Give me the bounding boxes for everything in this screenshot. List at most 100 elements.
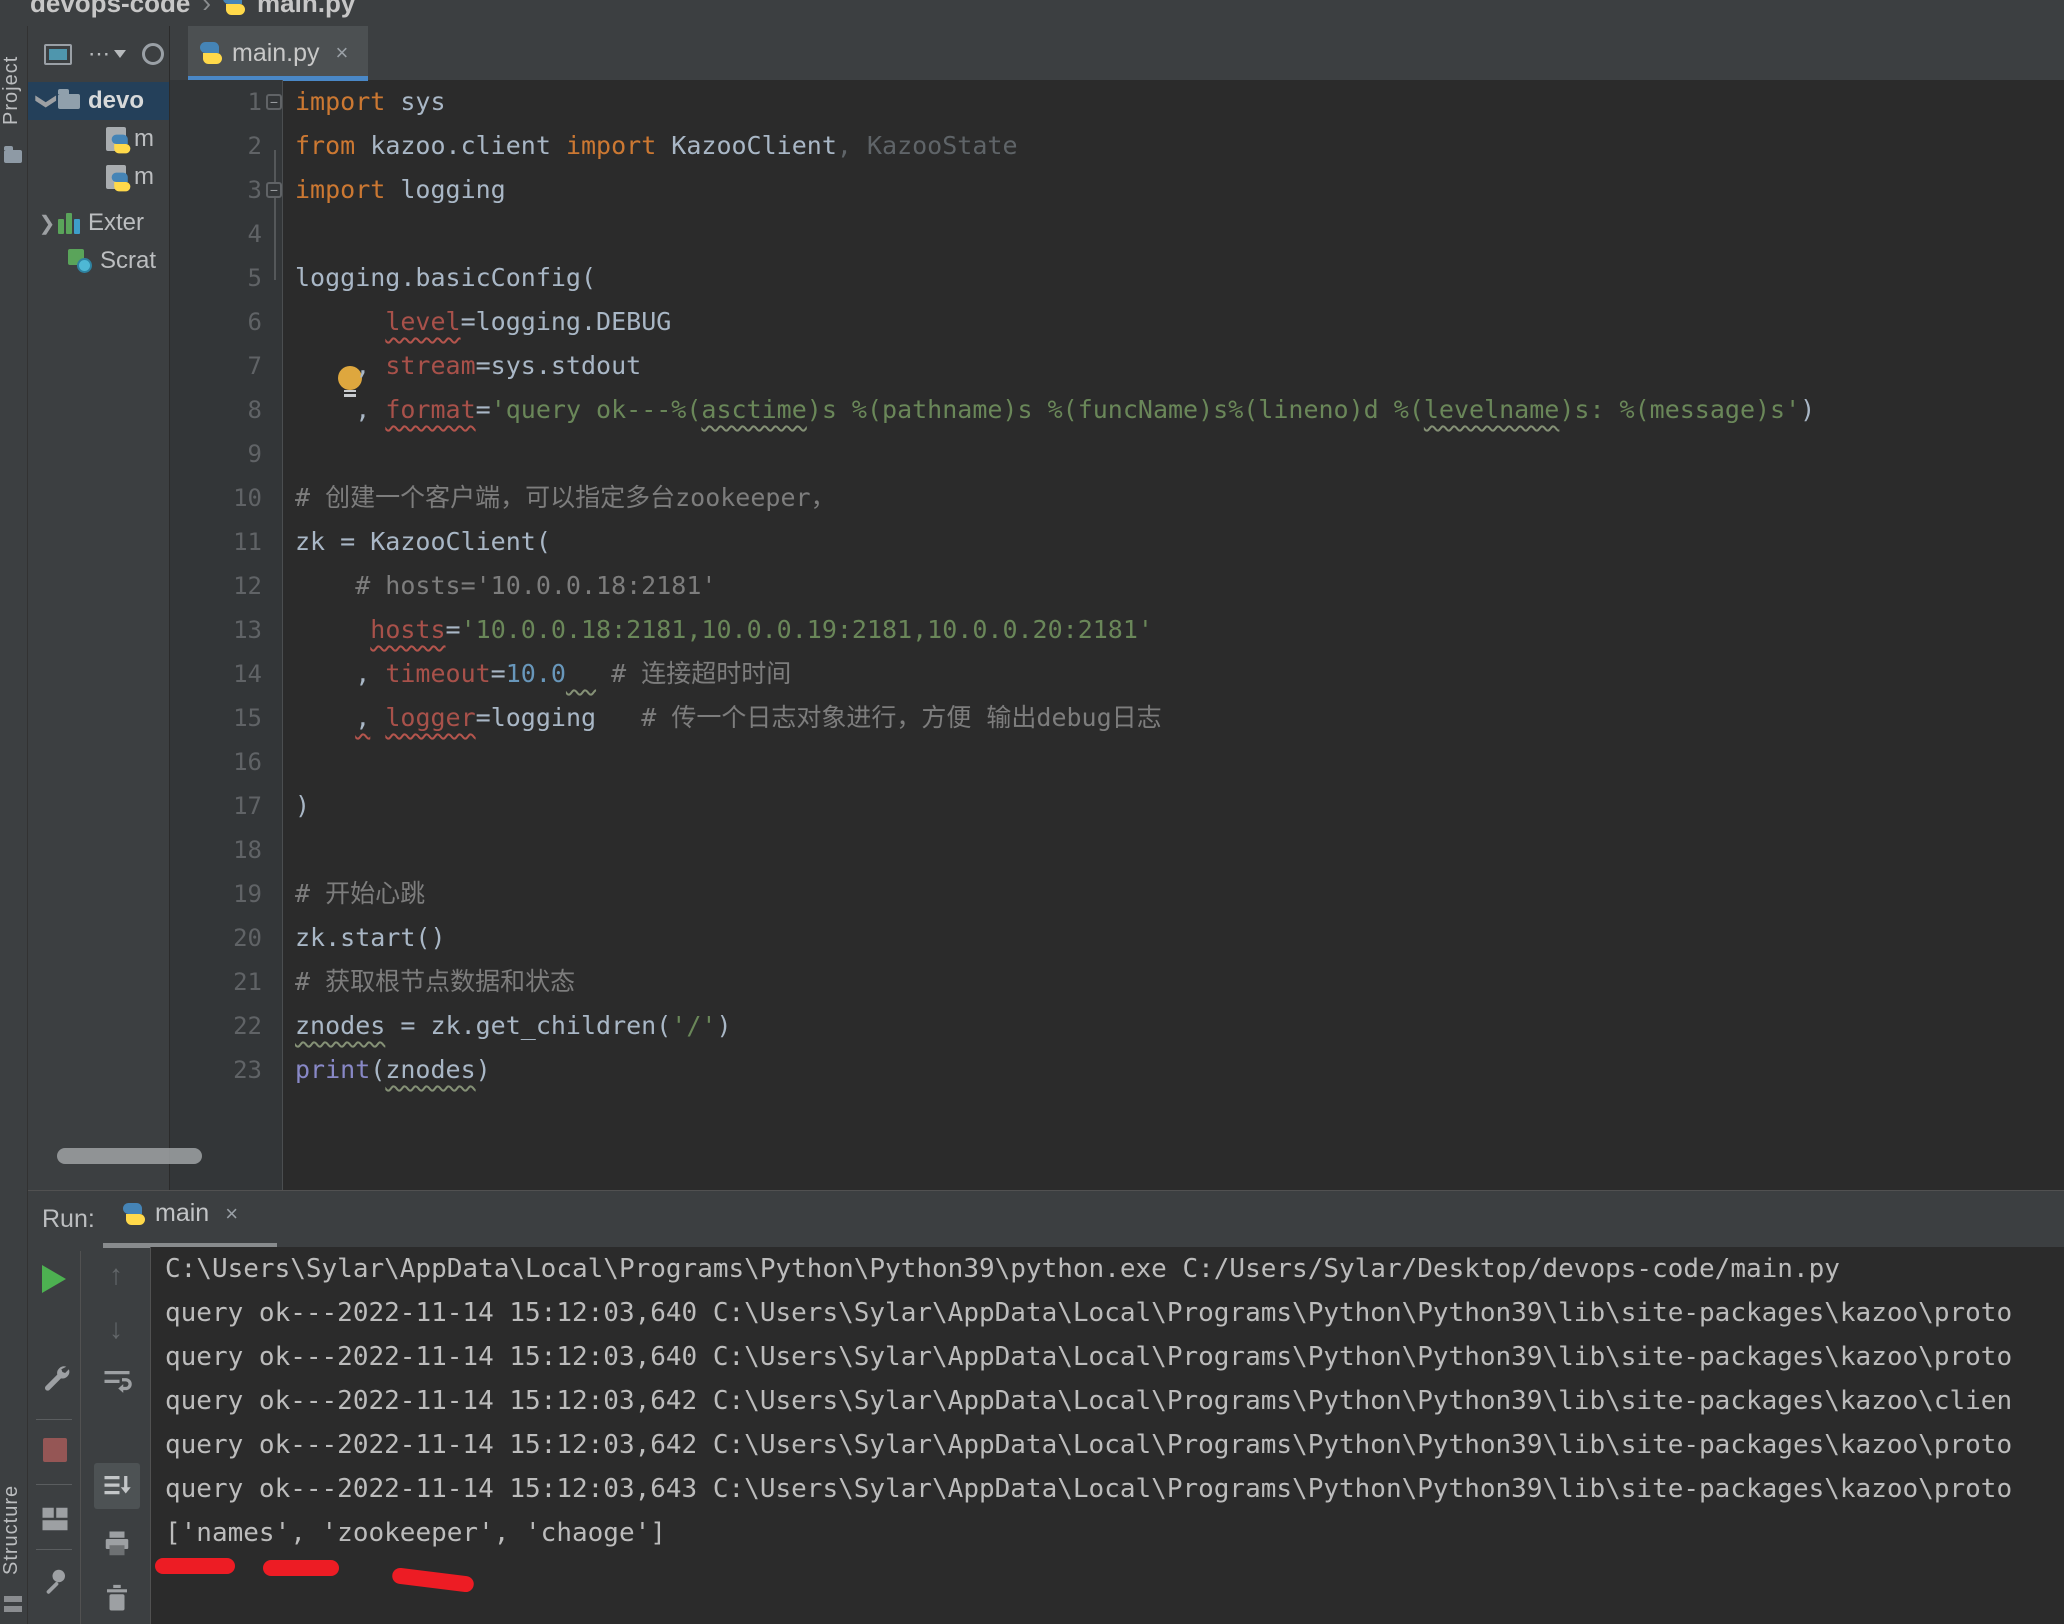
folder-icon — [58, 94, 80, 109]
code-line: ) — [295, 784, 2064, 828]
code-line: from kazoo.client import KazooClient, Ka… — [295, 124, 2064, 168]
breadcrumb-bar: devops-code › main.py — [0, 0, 2064, 26]
code-line: , timeout=10.0 # 连接超时时间 — [295, 652, 2064, 696]
red-underline-annotation — [155, 1558, 235, 1574]
settings-wrench-icon[interactable] — [40, 1363, 70, 1393]
line-number: 12 — [170, 564, 262, 608]
fold-region-line — [274, 150, 276, 280]
run-tab-main[interactable]: main × — [123, 1199, 238, 1228]
run-toolbar-console: ↑ ↓ — [80, 1251, 150, 1624]
code-line: level=logging.DEBUG — [295, 300, 2064, 344]
code-line: , stream=sys.stdout — [295, 344, 2064, 388]
tree-item-scratches[interactable]: Scrat — [28, 242, 170, 280]
chevron-collapsed-icon[interactable]: ❯ — [36, 211, 58, 236]
chevron-down-icon — [114, 50, 126, 58]
code-line — [295, 212, 2064, 256]
code-line: # 开始心跳 — [295, 872, 2064, 916]
close-icon[interactable]: × — [336, 40, 349, 66]
run-panel-header: Run: main × — [28, 1191, 2064, 1251]
project-panel-header: ⋯ — [28, 34, 170, 74]
structure-toolwindow-button[interactable]: Structure — [0, 1455, 28, 1605]
breadcrumb-file[interactable]: main.py — [257, 0, 355, 19]
tab-main-py[interactable]: main.py × — [188, 26, 368, 80]
code-line: # hosts='10.0.0.18:2181' — [295, 564, 2064, 608]
tree-item-project-root[interactable]: ❯ devo — [28, 82, 170, 120]
python-file-icon — [106, 127, 126, 151]
line-number: 14 — [170, 652, 262, 696]
tree-item-python-file[interactable]: m — [28, 158, 170, 196]
project-options-button[interactable]: ⋯ — [88, 41, 126, 67]
code-line: hosts='10.0.0.18:2181,10.0.0.19:2181,10.… — [295, 608, 2064, 652]
line-number: 7 — [170, 344, 262, 388]
code-editor-text[interactable]: import sysfrom kazoo.client import Kazoo… — [295, 80, 2064, 1190]
tree-item-label: m — [134, 163, 154, 191]
project-panel: ⋯ ❯ devo m m ❯ Exter — [28, 26, 170, 1190]
tree-item-external-libraries[interactable]: ❯ Exter — [28, 204, 170, 242]
run-console[interactable]: C:\Users\Sylar\AppData\Local\Programs\Py… — [150, 1247, 2064, 1624]
stop-button[interactable] — [43, 1438, 67, 1462]
close-icon[interactable]: × — [225, 1201, 238, 1227]
line-number: 21 — [170, 960, 262, 1004]
project-tree: ❯ devo m m ❯ Exter Scrat — [28, 82, 170, 280]
structure-icon — [4, 1596, 22, 1612]
console-line: query ok---2022-11-14 15:12:03,640 C:\Us… — [165, 1335, 2064, 1379]
line-number: 18 — [170, 828, 262, 872]
editor-tab-bar: main.py × — [170, 26, 2064, 80]
tree-item-label: Exter — [88, 209, 144, 237]
line-number: 23 — [170, 1048, 262, 1092]
scroll-to-end-icon[interactable] — [102, 1471, 132, 1501]
line-number: 16 — [170, 740, 262, 784]
editor-area[interactable]: main.py × 123456789101112131415161718192… — [170, 26, 2064, 1190]
project-view-icon[interactable] — [44, 44, 72, 65]
breadcrumb-separator-icon: › — [202, 0, 211, 19]
console-line: query ok---2022-11-14 15:12:03,642 C:\Us… — [165, 1423, 2064, 1467]
rerun-button[interactable] — [42, 1265, 66, 1293]
pin-icon[interactable] — [40, 1566, 70, 1596]
console-output: C:\Users\Sylar\AppData\Local\Programs\Py… — [165, 1247, 2064, 1555]
chevron-expanded-icon[interactable]: ❯ — [35, 90, 60, 112]
tree-item-label: devo — [88, 87, 144, 115]
code-line: znodes = zk.get_children('/') — [295, 1004, 2064, 1048]
console-line: ['names', 'zookeeper', 'chaoge'] — [165, 1511, 2064, 1555]
code-line — [295, 432, 2064, 476]
fold-collapse-icon[interactable]: − — [266, 182, 282, 198]
code-line — [295, 740, 2064, 784]
red-underline-annotation — [263, 1560, 339, 1576]
python-file-icon — [200, 42, 222, 64]
code-line: import logging — [295, 168, 2064, 212]
code-line: , logger=logging # 传一个日志对象进行，方便 输出debug日… — [295, 696, 2064, 740]
run-tab-label: main — [155, 1199, 209, 1228]
restore-layout-icon[interactable] — [40, 1504, 70, 1534]
python-file-icon — [123, 1203, 145, 1225]
tree-item-python-file[interactable]: m — [28, 120, 170, 158]
horizontal-scrollbar-thumb[interactable] — [57, 1148, 202, 1164]
code-line: print(znodes) — [295, 1048, 2064, 1092]
up-stack-trace-icon[interactable]: ↑ — [81, 1259, 151, 1291]
down-stack-trace-icon[interactable]: ↓ — [81, 1313, 151, 1345]
line-number: 4 — [170, 212, 262, 256]
line-number: 19 — [170, 872, 262, 916]
trash-icon[interactable] — [102, 1583, 132, 1613]
line-number: 3 — [170, 168, 262, 212]
console-line: query ok---2022-11-14 15:12:03,640 C:\Us… — [165, 1291, 2064, 1335]
line-number: 6 — [170, 300, 262, 344]
soft-wrap-icon[interactable] — [102, 1366, 132, 1396]
settings-gear-icon[interactable] — [142, 43, 164, 65]
ide-window: devops-code › main.py Project Structure … — [0, 0, 2064, 1624]
run-toolbar-main — [28, 1251, 80, 1624]
code-line: # 创建一个客户端，可以指定多台zookeeper， — [295, 476, 2064, 520]
print-icon[interactable] — [102, 1529, 132, 1559]
breadcrumb-project[interactable]: devops-code — [30, 0, 190, 19]
project-toolwindow-button[interactable]: Project — [0, 30, 28, 150]
code-line — [295, 828, 2064, 872]
toolbar-divider — [36, 1484, 72, 1485]
python-file-icon — [223, 0, 245, 15]
fold-collapse-icon[interactable]: − — [266, 94, 282, 110]
line-number: 20 — [170, 916, 262, 960]
console-line: C:\Users\Sylar\AppData\Local\Programs\Py… — [165, 1247, 2064, 1291]
line-number: 22 — [170, 1004, 262, 1048]
code-line: import sys — [295, 80, 2064, 124]
line-number: 11 — [170, 520, 262, 564]
python-file-icon — [106, 165, 126, 189]
tool-window-stripe: Project Structure — [0, 0, 28, 1624]
